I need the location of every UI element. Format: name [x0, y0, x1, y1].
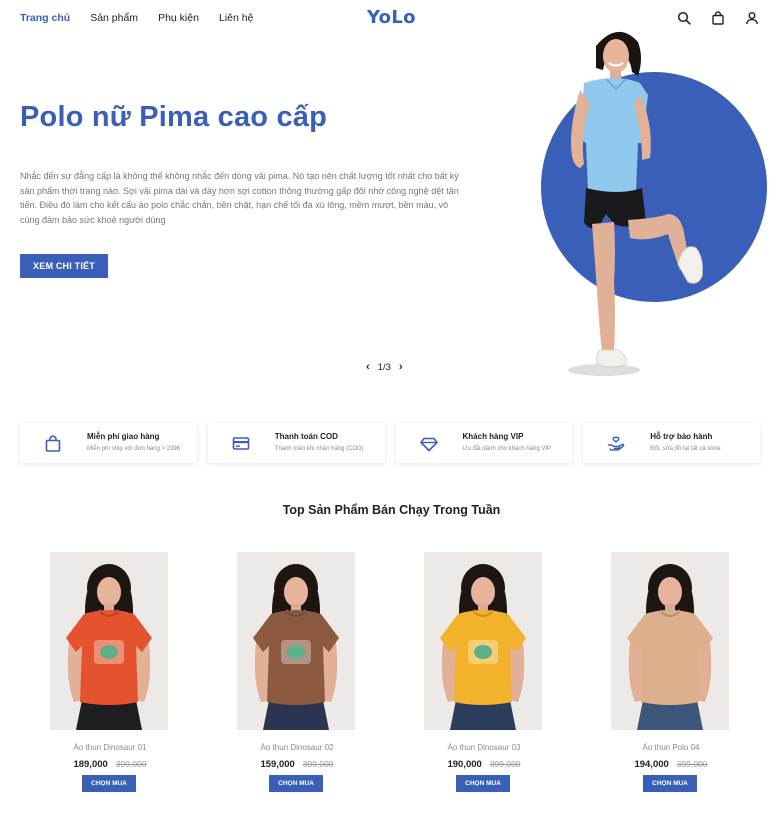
feature-subtitle: Đổi, sửa đồ tại tất cả store	[650, 446, 721, 452]
product-old-price: 399,000	[676, 759, 708, 769]
product-card[interactable]: Áo thun Dinosaur 02 159,000 399,000 CHỌN…	[227, 552, 367, 802]
section-title-top-products: Top Sản Phẩm Bán Chạy Trong Tuần	[282, 503, 501, 517]
shopping-bag-icon	[45, 435, 61, 452]
product-card[interactable]: Áo thun Dinosaur 03 190,000 399,000 CHỌN…	[414, 552, 554, 802]
product-image[interactable]	[237, 552, 355, 730]
nav-item-accessories[interactable]: Phụ kiện	[158, 12, 199, 24]
feature-cod-payment: Thanh toán COD Thanh toán khi nhận hàng …	[207, 423, 385, 463]
hero-model-image	[541, 31, 767, 376]
buy-button[interactable]: CHỌN MUA	[456, 775, 510, 792]
feature-title: Miễn phí giao hàng	[87, 432, 160, 441]
product-name[interactable]: Áo thun Polo 04	[601, 743, 741, 752]
main-nav: Trang chủ Sản phẩm Phụ kiện Liên hệ	[20, 12, 253, 24]
product-image[interactable]	[424, 552, 542, 730]
logo[interactable]: YoLo	[367, 7, 416, 28]
product-old-price: 399,000	[115, 759, 147, 769]
hand-heart-icon	[608, 436, 625, 451]
slider-counter: 1/3	[377, 361, 391, 373]
hero-description: Nhắc đến sự đẳng cấp là không thể không …	[20, 171, 459, 225]
feature-free-shipping: Miễn phí giao hàng Miễn phí ship với đơn…	[20, 423, 197, 463]
product-prices: 190,000 399,000	[414, 759, 554, 770]
feature-warranty-support: Hỗ trợ bảo hành Đổi, sửa đồ tại tất cả s…	[583, 423, 760, 463]
product-old-price: 399,000	[489, 759, 521, 769]
diamond-icon	[419, 437, 438, 452]
product-card[interactable]: Áo thun Polo 04 194,000 399,000 CHỌN MUA	[601, 552, 741, 802]
nav-item-home[interactable]: Trang chủ	[20, 12, 70, 24]
credit-card-icon	[232, 437, 250, 450]
product-price: 159,000	[260, 759, 295, 770]
hero-circle-backdrop	[541, 72, 767, 302]
product-old-price: 399,000	[302, 759, 334, 769]
product-image[interactable]	[50, 552, 168, 730]
slider-prev-icon[interactable]: ‹	[366, 361, 370, 373]
product-grid: Áo thun Dinosaur 01 189,000 399,000 CHỌN…	[0, 552, 783, 802]
product-name[interactable]: Áo thun Dinosaur 02	[227, 743, 367, 752]
product-card[interactable]: Áo thun Dinosaur 01 189,000 399,000 CHỌN…	[40, 552, 180, 802]
feature-subtitle: Miễn phí ship với đơn hàng > 239K	[87, 446, 181, 452]
features-bar: Miễn phí giao hàng Miễn phí ship với đơn…	[20, 423, 760, 463]
product-price: 190,000	[447, 759, 482, 770]
feature-subtitle: Ưu đãi dành cho khách hàng VIP	[462, 446, 552, 452]
slider-controls: ‹ 1/3 ›	[366, 361, 403, 373]
feature-subtitle: Thanh toán khi nhận hàng (COD)	[274, 446, 364, 452]
feature-title: Hỗ trợ bảo hành	[650, 432, 713, 441]
product-image[interactable]	[611, 552, 729, 730]
buy-button[interactable]: CHỌN MUA	[269, 775, 323, 792]
product-prices: 194,000 399,000	[601, 759, 741, 770]
product-name[interactable]: Áo thun Dinosaur 03	[414, 743, 554, 752]
feature-vip-customer: Khách hàng VIP Ưu đãi dành cho khách hàn…	[395, 423, 573, 463]
view-details-button[interactable]: XEM CHI TIẾT	[20, 254, 108, 278]
hero-title: Polo nữ Pima cao cấp	[20, 101, 328, 133]
feature-title: Thanh toán COD	[274, 432, 338, 441]
product-prices: 159,000 399,000	[227, 759, 367, 770]
product-prices: 189,000 399,000	[40, 759, 180, 770]
slider-next-icon[interactable]: ›	[399, 361, 403, 373]
product-price: 194,000	[634, 759, 669, 770]
product-price: 189,000	[73, 759, 108, 770]
nav-item-products[interactable]: Sản phẩm	[90, 12, 138, 24]
buy-button[interactable]: CHỌN MUA	[82, 775, 136, 792]
product-name[interactable]: Áo thun Dinosaur 01	[40, 743, 180, 752]
nav-item-contact[interactable]: Liên hệ	[219, 12, 253, 24]
buy-button[interactable]: CHỌN MUA	[643, 775, 697, 792]
feature-title: Khách hàng VIP	[462, 432, 524, 441]
